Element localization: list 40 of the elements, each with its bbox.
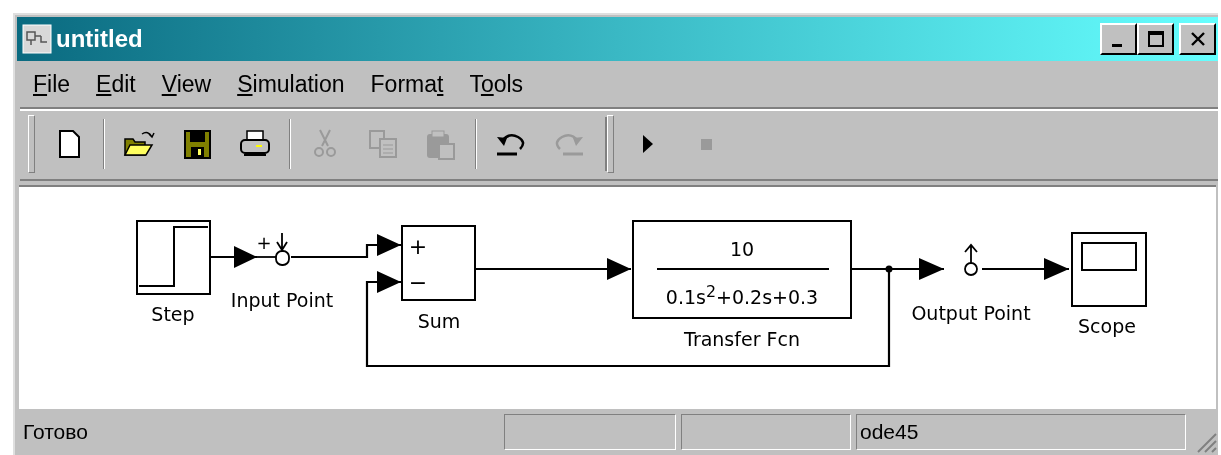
maximize-button[interactable] bbox=[1137, 23, 1174, 55]
menu-item[interactable]: Edit bbox=[96, 70, 136, 98]
output-point-icon[interactable] bbox=[964, 243, 978, 276]
menu-item[interactable]: View bbox=[161, 70, 212, 98]
play-icon bbox=[643, 135, 653, 153]
sign-label: + bbox=[408, 234, 428, 259]
block-label: Sum bbox=[417, 310, 461, 332]
minimize-button[interactable] bbox=[1100, 23, 1137, 55]
stop-icon bbox=[700, 138, 712, 150]
denominator: 0.1s$^{2}$+0.2s+0.3 bbox=[664, 281, 820, 309]
menu-item[interactable]: Format bbox=[370, 70, 444, 98]
input-point-icon[interactable] bbox=[256, 232, 290, 266]
transfer-block[interactable] bbox=[632, 220, 852, 319]
solver-status: ode45 bbox=[856, 414, 1186, 450]
toolbar-grip[interactable] bbox=[28, 115, 35, 173]
junction-dot bbox=[885, 265, 893, 273]
window-title: untitled bbox=[56, 25, 143, 53]
copy-icon bbox=[366, 127, 400, 161]
block-label: Step bbox=[151, 303, 195, 325]
block-label: Input Point bbox=[230, 289, 334, 311]
scope-block[interactable] bbox=[1071, 232, 1147, 307]
model-icon bbox=[22, 24, 52, 54]
block-label: Transfer Fcn bbox=[684, 328, 800, 350]
block-label: Output Point bbox=[911, 302, 1031, 324]
sign-label: − bbox=[408, 270, 428, 295]
numerator: 10 bbox=[729, 238, 755, 260]
status-message: Готово bbox=[23, 420, 89, 444]
sum-block[interactable] bbox=[401, 225, 476, 301]
toolbar-grip[interactable] bbox=[607, 115, 614, 173]
menu-item[interactable]: File bbox=[33, 70, 71, 98]
sign-label: + bbox=[256, 232, 272, 253]
menu-item[interactable]: Tools bbox=[469, 70, 524, 98]
close-icon bbox=[1188, 30, 1207, 48]
maximize-icon bbox=[1146, 30, 1165, 48]
block-label: Scope bbox=[1078, 315, 1136, 337]
minimize-icon bbox=[1111, 43, 1122, 47]
close-button[interactable] bbox=[1179, 23, 1216, 55]
step-block[interactable] bbox=[136, 220, 211, 295]
menu-item[interactable]: Simulation bbox=[237, 70, 345, 98]
clipboard-icon bbox=[424, 127, 458, 161]
